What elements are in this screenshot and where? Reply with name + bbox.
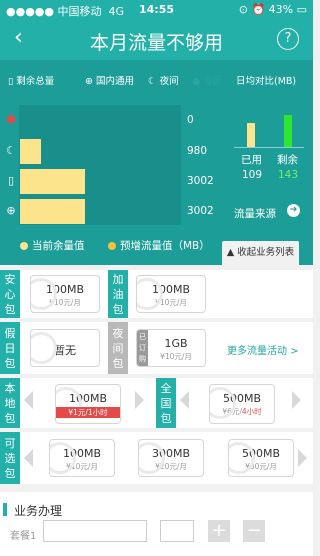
category-anxin: 安心包 [0, 270, 20, 318]
remaining-row-icon: ▯ [7, 174, 15, 187]
bar-value-shared: 0 [187, 114, 194, 126]
legend-domestic: ⊕ 国内通用 [85, 76, 135, 87]
kexuan-prev-arrow[interactable] [24, 449, 33, 467]
legend-daily: 日均对比(MB) [236, 76, 297, 87]
bendi-card[interactable]: 100MB ¥1元/1小时 [55, 384, 121, 424]
arrow-right-icon[interactable]: ➔ [287, 204, 300, 217]
bar-night [20, 139, 41, 164]
collapse-list-button[interactable]: ▲ 收起业务列表 [222, 241, 299, 265]
daily-baseline [234, 147, 304, 148]
legend-current: 当前余量值 [20, 238, 85, 253]
legend-remaining: ▯ 剩余总量 [8, 76, 55, 87]
legend-shared: ● 专区 [192, 76, 223, 87]
plus-button[interactable]: + [208, 520, 230, 542]
minus-button[interactable]: − [243, 520, 265, 542]
night-row-icon: ☾ [6, 144, 16, 157]
bar-domestic [20, 199, 85, 224]
lock-icon: ● [192, 76, 201, 87]
category-jiari: 假日包 [0, 322, 20, 374]
anxin-card[interactable]: 100MB ¥10元/月 [30, 275, 100, 313]
watermark-logo [31, 332, 57, 364]
quanguo-next-arrow[interactable] [292, 391, 301, 409]
jiari-card: 暂无 [30, 329, 100, 367]
kexuan-card-1[interactable]: 100MB ¥10元/月 [49, 439, 115, 477]
daily-used-value: 109 [242, 169, 263, 181]
business-title: 业务办理 [14, 504, 63, 518]
header: ‹ 本月流量不够用 ? [0, 20, 313, 60]
jiayou-card[interactable]: 100MB ¥10元/月 [136, 275, 206, 313]
row-anxin-jiayou: 安心包 100MB ¥10元/月 加油包 100MB ¥10元/月 [0, 270, 313, 318]
category-yejian: 夜间包 [108, 322, 128, 374]
bendi-next-arrow[interactable] [135, 391, 144, 409]
row-bendi-quanguo: 本地包 100MB ¥1元/1小时 全国包 500MB ¥6元/4小时 [0, 378, 313, 428]
quantity-input[interactable] [160, 520, 194, 542]
bar-remaining [20, 169, 85, 194]
bar-value-domestic: 3002 [187, 205, 214, 217]
kexuan-card-2[interactable]: 300MB ¥20元/月 [138, 439, 204, 477]
category-quanguo: 全国包 [156, 378, 176, 428]
package-label: 套餐1 [10, 531, 37, 542]
daily-used-label: 已用 [241, 154, 262, 166]
daily-used-bar [247, 123, 255, 147]
daily-left-label: 剩余 [277, 154, 298, 166]
subscribed-tag: 已订购 [137, 330, 148, 366]
help-icon[interactable]: ? [277, 28, 299, 50]
status-bar: ●●●●● 中国移动 4G 14:55 ⊙ ⏰ 43% ▭ [0, 0, 313, 20]
category-bendi: 本地包 [0, 378, 20, 428]
business-section: 业务办理 套餐1 + − [0, 492, 313, 556]
section-marker [3, 503, 7, 516]
domestic-row-icon: ⊕ [6, 204, 16, 217]
moon-icon: ☾ [148, 76, 157, 87]
legend-night: ☾ 夜间 [148, 76, 179, 87]
promo-badge: ¥1元/1小时 [56, 407, 120, 418]
daily-left-value: 143 [278, 169, 299, 181]
globe-icon: ⊕ [85, 76, 93, 87]
bar-value-night: 980 [187, 145, 208, 157]
row-kexuan: 可选包 100MB ¥10元/月 300MB ¥20元/月 500MB ¥30元… [0, 432, 313, 484]
shared-row-icon: ● [6, 112, 16, 125]
page-title: 本月流量不够用 [89, 32, 223, 54]
data-usage-panel: ▯ 剩余总量 ⊕ 国内通用 ☾ 夜间 ● 专区 日均对比(MB) ● ☾ ▯ ⊕… [0, 60, 313, 265]
phone-icon: ▯ [8, 76, 14, 87]
bar-value-remaining: 3002 [187, 175, 214, 187]
traffic-sources-link[interactable]: 流量来源 [234, 206, 276, 221]
daily-left-bar [284, 115, 292, 147]
kexuan-next-arrow[interactable] [298, 449, 307, 467]
yejian-card[interactable]: 已订购 1GB ¥10元/月 [136, 329, 206, 367]
package-input[interactable] [43, 520, 147, 542]
more-activities-link[interactable]: 更多流量活动 > [227, 342, 299, 357]
bendi-prev-arrow[interactable] [24, 391, 33, 409]
category-jiayou: 加油包 [108, 270, 128, 318]
row-jiari-yejian: 假日包 暂无 夜间包 已订购 1GB ¥10元/月 更多流量活动 > [0, 322, 313, 374]
battery: ⊙ ⏰ 43% ▭ [238, 3, 307, 16]
quanguo-prev-arrow[interactable] [180, 391, 189, 409]
quanguo-card[interactable]: 500MB ¥6元/4小时 [209, 384, 275, 424]
kexuan-card-3[interactable]: 500MB ¥30元/月 [228, 439, 294, 477]
category-kexuan: 可选包 [0, 432, 20, 484]
legend-projected: 预增流量值（MB） [108, 238, 210, 253]
